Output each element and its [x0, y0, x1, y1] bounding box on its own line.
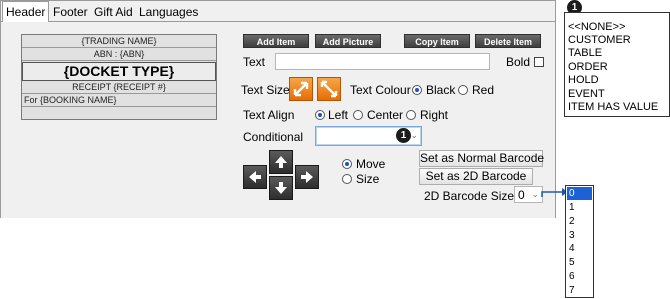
move-radio[interactable] — [342, 159, 352, 169]
decrease-size-button[interactable] — [317, 77, 341, 101]
colour-red-radio[interactable] — [458, 85, 468, 95]
text-colour-label: Text Colour — [350, 83, 411, 97]
callout-badge: 1 — [396, 128, 411, 143]
editor-window: Header Footer Gift Aid Languages {TRADIN… — [0, 0, 556, 218]
barcode-size-option[interactable]: 2 — [567, 215, 592, 228]
colour-red-label: Red — [472, 83, 495, 97]
barcode-size-option[interactable]: 0 — [567, 187, 592, 200]
text-label: Text — [243, 55, 266, 69]
tab-footer[interactable]: Footer — [49, 3, 92, 21]
tab-gift-aid[interactable]: Gift Aid — [90, 3, 137, 21]
barcode-size-select[interactable]: 0 ⌄ — [514, 186, 543, 203]
barcode-size-option[interactable]: 4 — [567, 242, 592, 255]
conditional-label: Conditional — [243, 130, 304, 144]
barcode-size-option[interactable]: 3 — [567, 229, 592, 242]
barcode-size-value: 0 — [518, 188, 525, 202]
tab-header[interactable]: Header — [2, 1, 50, 22]
delete-item-button[interactable]: Delete Item — [475, 34, 541, 48]
docket-line-trading-name[interactable]: {TRADING NAME} — [22, 35, 216, 48]
barcode-size-option[interactable]: 7 — [567, 284, 592, 297]
callout-option: ORDER — [568, 61, 608, 73]
callout-option: ITEM HAS VALUE — [568, 101, 659, 113]
copy-item-button[interactable]: Copy Item — [404, 34, 470, 48]
barcode-size-dropdown-list: 0 1 2 3 4 5 6 7 — [565, 185, 594, 298]
arrow-right-icon — [301, 171, 313, 183]
text-align-label: Text Align — [243, 108, 295, 122]
docket-line-receipt[interactable]: RECEIPT {RECEIPT #} — [22, 81, 216, 94]
bold-checkbox[interactable] — [534, 57, 544, 67]
barcode-size-option[interactable]: 5 — [567, 256, 592, 269]
colour-black-radio[interactable] — [412, 85, 422, 95]
increase-size-button[interactable] — [289, 77, 313, 101]
chevron-down-icon: ⌄ — [410, 130, 418, 140]
tab-bar: Header Footer Gift Aid Languages — [1, 1, 555, 22]
docket-line-docket-type[interactable]: {DOCKET TYPE} — [22, 62, 216, 81]
move-down-button[interactable] — [269, 176, 293, 200]
barcode-size-option[interactable]: 6 — [567, 270, 592, 283]
conditional-options-callout: <<NONE>> CUSTOMER TABLE ORDER HOLD EVENT… — [564, 12, 670, 117]
callout-option: TABLE — [568, 47, 603, 59]
callout-option: EVENT — [568, 88, 605, 100]
callout-option: HOLD — [568, 74, 599, 86]
move-up-button[interactable] — [269, 150, 293, 174]
align-center-label: Center — [367, 108, 404, 122]
callout-option: CUSTOMER — [568, 34, 631, 46]
conditional-select[interactable]: 1 ⌄ — [315, 126, 422, 146]
move-label: Move — [356, 157, 386, 171]
docket-line-booking-name[interactable]: For {BOOKING NAME} — [22, 94, 216, 107]
align-right-label: Right — [420, 108, 449, 122]
size-label: Size — [356, 172, 380, 186]
bold-label: Bold — [506, 55, 531, 69]
shrink-arrows-icon — [320, 80, 338, 98]
tab-languages[interactable]: Languages — [135, 3, 202, 21]
text-input[interactable] — [275, 53, 490, 70]
set-2d-barcode-button[interactable]: Set as 2D Barcode — [419, 168, 533, 185]
align-left-label: Left — [328, 108, 349, 122]
size-radio[interactable] — [342, 174, 352, 184]
callout-option: <<NONE>> — [568, 21, 626, 33]
align-center-radio[interactable] — [353, 110, 363, 120]
colour-black-label: Black — [426, 83, 456, 97]
chevron-down-icon: ⌄ — [531, 189, 539, 199]
set-normal-barcode-button[interactable]: Set as Normal Barcode — [419, 150, 544, 167]
expand-arrows-icon — [293, 81, 309, 97]
align-left-radio[interactable] — [315, 110, 325, 120]
barcode-size-option[interactable]: 1 — [567, 201, 592, 214]
text-size-label: Text Size — [241, 83, 290, 97]
header-panel: {TRADING NAME} ABN : {ABN} {DOCKET TYPE}… — [1, 21, 555, 218]
move-right-button[interactable] — [295, 165, 319, 189]
align-right-radio[interactable] — [406, 110, 416, 120]
docket-line-abn[interactable]: ABN : {ABN} — [22, 48, 216, 61]
add-picture-button[interactable]: Add Picture — [315, 34, 381, 48]
arrow-left-icon — [249, 171, 261, 183]
docket-preview: {TRADING NAME} ABN : {ABN} {DOCKET TYPE}… — [21, 34, 217, 120]
add-item-button[interactable]: Add Item — [243, 34, 309, 48]
arrow-down-icon — [275, 182, 287, 194]
arrow-up-icon — [275, 156, 287, 168]
move-left-button[interactable] — [243, 165, 267, 189]
barcode-size-label: 2D Barcode Size — [424, 189, 515, 203]
